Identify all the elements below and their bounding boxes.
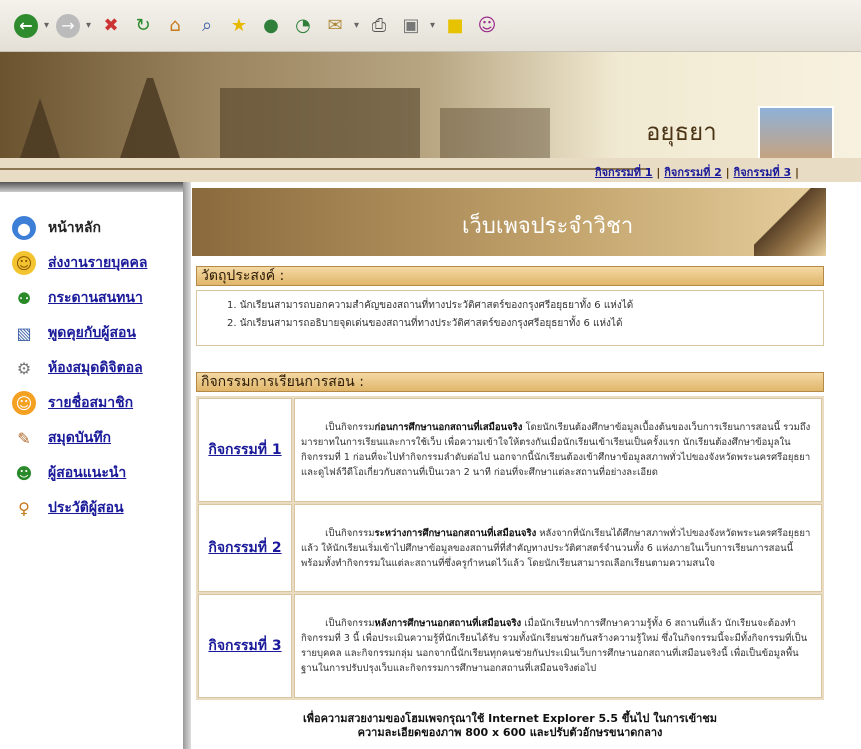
footer-line: ความละเอียดของภาพ 800 x 600 และปรับตัวอั…: [357, 726, 663, 739]
activities-table: กิจกรรมที่ 1 เป็นกิจกรรมก่อนการศึกษานอกส…: [196, 396, 824, 700]
objectives-heading: วัตถุประสงค์ :: [196, 266, 824, 286]
dropdown-icon[interactable]: ▾: [44, 20, 52, 31]
sidebar-item-home[interactable]: ● หน้าหลัก: [12, 212, 147, 244]
objective-item: 2. นักเรียนสามารถอธิบายจุดเด่นของสถานที่…: [227, 318, 623, 329]
sidebar-item-submit-work[interactable]: ☺ ส่งงานรายบุคคล: [12, 247, 147, 279]
refresh-icon[interactable]: ↻: [130, 13, 156, 39]
activity-2-link[interactable]: กิจกรรมที่ 2: [208, 540, 281, 556]
stupa-image: [20, 98, 60, 158]
dropdown-icon[interactable]: ▾: [86, 20, 94, 31]
forward-icon[interactable]: →: [56, 13, 80, 38]
library-icon: ⚙: [16, 358, 32, 378]
activity-link-1[interactable]: กิจกรรมที่ 1: [595, 166, 653, 179]
activity-links: กิจกรรมที่ 1 | กิจกรรมที่ 2 | กิจกรรมที่…: [595, 163, 799, 181]
sidebar-item-teacher-recommend[interactable]: ☻ ผู้สอนแนะนำ: [12, 457, 147, 489]
activities-heading: กิจกรรมการเรียนการสอน :: [196, 372, 824, 392]
sidebar-item-teacher-profile[interactable]: ♀ ประวัติผู้สอน: [12, 492, 147, 524]
footer-line: เพื่อความสวยงามของโฮมเพจกรุณาใช้ Interne…: [302, 712, 718, 725]
messenger-icon[interactable]: ☺: [474, 13, 500, 39]
activity-description: เป็นกิจกรรมระหว่างการศึกษานอกสถานที่เสมื…: [294, 504, 822, 592]
activity-description: เป็นกิจกรรมหลังการศึกษานอกสถานที่เสมือนจ…: [294, 594, 822, 698]
sidebar-item-label: พูดคุยกับผู้สอน: [48, 325, 136, 341]
header-decoration: [754, 188, 826, 256]
globe-icon: ●: [12, 216, 36, 240]
site-banner: อยุธยา: [0, 52, 861, 158]
mail-icon[interactable]: ✉: [322, 13, 348, 39]
chat-icon: ▧: [16, 323, 32, 343]
sidebar-item-label: หน้าหลัก: [48, 220, 101, 236]
dropdown-icon[interactable]: ▾: [354, 20, 362, 31]
page-header: เว็บเพจประจำวิชา: [192, 188, 826, 256]
sidebar-item-label: ประวัติผู้สอน: [48, 500, 124, 516]
search-icon[interactable]: ⌕: [194, 13, 220, 39]
media-icon[interactable]: ●: [258, 13, 284, 39]
sidebar-item-members[interactable]: ☺ รายชื่อสมาชิก: [12, 387, 147, 419]
activity-cell: กิจกรรมที่ 1: [198, 398, 292, 502]
table-row: กิจกรรมที่ 3 เป็นกิจกรรมหลังการศึกษานอกส…: [198, 594, 822, 698]
favorites-icon[interactable]: ★: [226, 13, 252, 39]
activity-link-bar: กิจกรรมที่ 1 | กิจกรรมที่ 2 | กิจกรรมที่…: [0, 158, 861, 182]
sidebar-nav: ● หน้าหลัก ☺ ส่งงานรายบุคคล ⚉ กระดานสนทน…: [12, 212, 147, 527]
sidebar-item-label: รายชื่อสมาชิก: [48, 395, 134, 411]
prang-image: [120, 78, 180, 158]
notebook-icon: ✎: [17, 428, 31, 448]
folder-icon[interactable]: ■: [442, 13, 468, 39]
activity-cell: กิจกรรมที่ 2: [198, 504, 292, 592]
print-icon[interactable]: ⎙: [366, 13, 392, 39]
sidebar-item-forum[interactable]: ⚉ กระดานสนทนา: [12, 282, 147, 314]
home-icon[interactable]: ⌂: [162, 13, 188, 39]
table-row: กิจกรรมที่ 1 เป็นกิจกรรมก่อนการศึกษานอกส…: [198, 398, 822, 502]
sidebar-item-label: ส่งงานรายบุคคล: [48, 255, 148, 271]
activity-cell: กิจกรรมที่ 3: [198, 594, 292, 698]
sidebar-item-label: สมุดบันทึก: [48, 430, 112, 446]
activity-link-2[interactable]: กิจกรรมที่ 2: [664, 166, 722, 179]
activity-description: เป็นกิจกรรมก่อนการศึกษานอกสถานที่เสมือนจ…: [294, 398, 822, 502]
sidebar-item-digital-library[interactable]: ⚙ ห้องสมุดดิจิตอล: [12, 352, 147, 384]
sidebar-shadow: [0, 182, 183, 192]
edit-icon[interactable]: ▣: [398, 13, 424, 39]
page-title: เว็บเพจประจำวิชา: [462, 214, 634, 239]
ruins-image: [220, 88, 420, 158]
sidebar-item-label: ห้องสมุดดิจิตอล: [48, 360, 143, 376]
teacher-icon: ☻: [15, 463, 33, 483]
separator: |: [656, 166, 661, 179]
table-row: กิจกรรมที่ 2 เป็นกิจกรรมระหว่างการศึกษาน…: [198, 504, 822, 592]
members-icon: ☺: [12, 391, 36, 415]
activity-3-link[interactable]: กิจกรรมที่ 3: [208, 638, 281, 654]
sidebar-item-chat-teacher[interactable]: ▧ พูดคุยกับผู้สอน: [12, 317, 147, 349]
history-icon[interactable]: ◔: [290, 13, 316, 39]
smiley-icon: ☺: [12, 251, 36, 275]
ruins-image: [440, 108, 550, 158]
site-title: อยุธยา: [646, 118, 717, 146]
sidebar-divider: [183, 182, 191, 749]
sidebar-item-label: กระดานสนทนา: [48, 290, 143, 306]
profile-icon: ♀: [18, 498, 30, 518]
activity-link-3[interactable]: กิจกรรมที่ 3: [734, 166, 792, 179]
sidebar-item-notebook[interactable]: ✎ สมุดบันทึก: [12, 422, 147, 454]
people-icon: ⚉: [16, 288, 32, 308]
separator: |: [794, 166, 799, 179]
back-icon[interactable]: ←: [14, 13, 38, 38]
separator: |: [725, 166, 730, 179]
dropdown-icon[interactable]: ▾: [430, 20, 438, 31]
objectives-list: 1. นักเรียนสามารถบอกความสำคัญของสถานที่ท…: [196, 290, 824, 346]
activity-1-link[interactable]: กิจกรรมที่ 1: [208, 442, 281, 458]
browser-toolbar: ← ▾ → ▾ ✖ ↻ ⌂ ⌕ ★ ● ◔ ✉ ▾ ⎙ ▣ ▾ ■ ☺: [0, 0, 861, 52]
stop-icon[interactable]: ✖: [98, 13, 124, 39]
buddha-head-image: [758, 106, 834, 158]
divider: [0, 168, 650, 170]
footer-note: เพื่อความสวยงามของโฮมเพจกรุณาใช้ Interne…: [196, 712, 824, 740]
objective-item: 1. นักเรียนสามารถบอกความสำคัญของสถานที่ท…: [227, 300, 634, 311]
sidebar-item-label: ผู้สอนแนะนำ: [48, 465, 127, 481]
